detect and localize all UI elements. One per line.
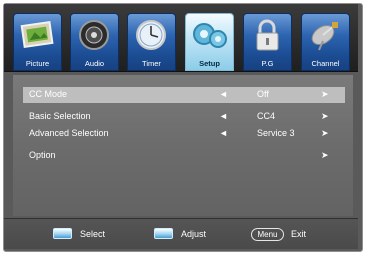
tab-label: P.G [261, 59, 274, 68]
tab-label: Channel [311, 59, 340, 68]
exit-hint: Exit [291, 229, 307, 239]
right-arrow-icon[interactable]: ➤ [321, 111, 329, 122]
menu-row-value: CC4 [257, 111, 276, 121]
right-arrow-icon[interactable]: ➤ [321, 150, 329, 161]
menu-row-option[interactable]: Option ➤ [23, 148, 345, 164]
menu-row-label: Basic Selection [29, 111, 91, 121]
satellite-dish-icon [311, 22, 338, 51]
left-arrow-icon[interactable]: ◄ [219, 89, 228, 99]
tab-label: Audio [84, 59, 105, 68]
menu-row-label: Advanced Selection [29, 128, 109, 138]
speaker-icon [79, 20, 109, 50]
menu-row-value: Off [257, 89, 269, 99]
tab-audio[interactable]: Audio [70, 13, 119, 71]
clock-icon [136, 20, 166, 50]
key-hint-footer: Select Adjust Menu Exit [4, 219, 358, 249]
menu-row-value: Service 3 [257, 128, 295, 138]
menu-row-advanced-selection[interactable]: Advanced Selection ◄ Service 3 ➤ [23, 126, 345, 142]
menu-row-label: Option [29, 150, 56, 160]
right-arrow-icon[interactable]: ➤ [321, 89, 329, 100]
tab-picture[interactable]: Picture [13, 13, 62, 71]
settings-panel: CC Mode ◄ Off ➤ Basic Selection ◄ CC4 ➤ … [13, 75, 353, 216]
tab-label: Timer [142, 59, 161, 68]
right-arrow-icon[interactable]: ➤ [321, 128, 329, 139]
tab-label: Setup [199, 59, 220, 68]
menu-row-basic-selection[interactable]: Basic Selection ◄ CC4 ➤ [23, 109, 345, 125]
tab-parental-guidance[interactable]: P.G [243, 13, 292, 71]
menu-row-label: CC Mode [29, 89, 68, 99]
adjust-hint: Adjust [181, 229, 207, 239]
tab-channel[interactable]: Channel [301, 13, 350, 71]
picture-frame-icon [20, 21, 54, 48]
tab-timer[interactable]: Timer [127, 13, 176, 71]
tab-setup[interactable]: Setup [185, 13, 234, 71]
tab-label: Picture [25, 59, 50, 68]
gears-icon [193, 23, 227, 48]
left-arrow-icon[interactable]: ◄ [219, 111, 228, 121]
left-right-key-icon [154, 228, 173, 239]
menu-key-icon: Menu [251, 228, 284, 241]
up-down-key-icon [53, 228, 72, 239]
select-hint: Select [80, 229, 106, 239]
menu-row-cc-mode[interactable]: CC Mode ◄ Off ➤ [23, 87, 345, 103]
menu-tab-bar: Picture Audio Timer Setup P.G Channel [4, 4, 358, 72]
padlock-icon [256, 19, 279, 51]
left-arrow-icon[interactable]: ◄ [219, 128, 228, 138]
